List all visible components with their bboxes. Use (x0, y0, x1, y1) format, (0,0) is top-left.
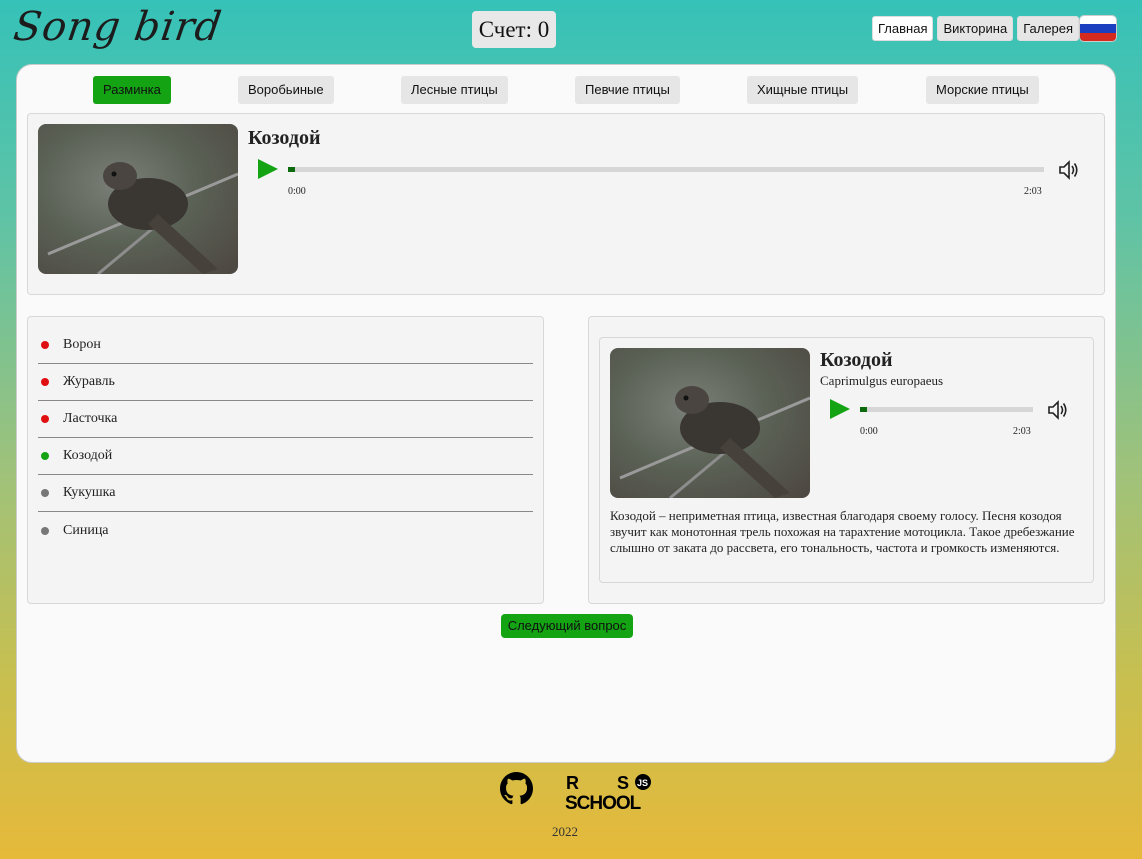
answer-label: Ласточка (63, 411, 118, 426)
svg-text:R: R (566, 773, 579, 793)
answer-label: Синица (63, 522, 109, 538)
answer-option[interactable]: Ворон (38, 327, 533, 364)
rs-school-logo[interactable]: R S JS SCHOOL (565, 772, 669, 814)
status-dot-icon (41, 526, 49, 535)
quiz-card: Разминка Воробьиные Лесные птицы Певчие … (16, 64, 1116, 763)
details-duration: 2:03 (1013, 426, 1031, 437)
svg-text:SCHOOL: SCHOOL (565, 793, 642, 812)
tab-songbirds[interactable]: Певчие птицы (575, 76, 680, 104)
svg-text:JS: JS (637, 778, 648, 788)
answer-list: Ворон Журавль Ласточка Козодой Кукушка С… (38, 327, 533, 549)
volume-icon[interactable] (1047, 399, 1071, 421)
status-dot-icon (41, 452, 49, 460)
details-panel: Козодой Caprimulgus europaeus 0:00 2:03 … (588, 316, 1105, 604)
volume-icon[interactable] (1058, 159, 1082, 181)
status-dot-icon (41, 378, 49, 386)
question-panel: Козодой 0:00 2:03 (27, 113, 1105, 295)
tab-passerines[interactable]: Воробьиные (238, 76, 334, 104)
details-latin-name: Caprimulgus europaeus (820, 373, 944, 388)
answer-option[interactable]: Козодой (38, 438, 533, 475)
rs-school-logo-icon: R S JS SCHOOL (565, 773, 651, 814)
app-logo[interactable]: Song bird (11, 4, 225, 50)
answer-label: Кукушка (63, 485, 116, 500)
answer-label: Журавль (63, 374, 115, 389)
bird-description: Козодой – неприметная птица, известная б… (610, 508, 1075, 555)
tab-forest-birds[interactable]: Лесные птицы (401, 76, 508, 104)
nav-home-button[interactable]: Главная (872, 16, 934, 41)
nav-gallery-button[interactable]: Галерея (1017, 16, 1080, 41)
answers-panel: Ворон Журавль Ласточка Козодой Кукушка С… (27, 316, 544, 604)
details-bird-name: Козодой (820, 349, 893, 371)
question-progress-bar[interactable] (288, 167, 1044, 172)
status-dot-icon (41, 341, 49, 349)
nightjar-photo-icon (47, 162, 238, 274)
answer-option[interactable]: Журавль (38, 364, 533, 401)
tab-warmup[interactable]: Разминка (93, 76, 171, 104)
footer-year: 2022 (552, 824, 578, 839)
next-question-button[interactable]: Следующий вопрос (501, 614, 633, 638)
nightjar-photo-icon (619, 386, 810, 498)
details-progress-bar[interactable] (860, 407, 1033, 412)
github-icon[interactable] (500, 772, 533, 805)
question-play-button[interactable] (258, 159, 278, 179)
status-dot-icon (41, 415, 49, 423)
question-current-time: 0:00 (288, 186, 306, 197)
language-flag-icon[interactable] (1079, 15, 1117, 42)
tab-seabirds[interactable]: Морские птицы (926, 76, 1039, 104)
details-play-button[interactable] (830, 399, 850, 419)
answer-label: Козодой (63, 448, 113, 463)
bird-details-card: Козодой Caprimulgus europaeus 0:00 2:03 … (599, 337, 1094, 583)
tab-birds-of-prey[interactable]: Хищные птицы (747, 76, 859, 104)
top-nav: Главная Викторина Галерея (872, 16, 1080, 41)
question-bird-name: Козодой (248, 127, 321, 149)
bird-photo (38, 124, 238, 274)
svg-text:S: S (617, 773, 629, 793)
score-display: Счет: 0 (472, 11, 556, 48)
category-tabs: Разминка Воробьиные Лесные птицы Певчие … (17, 76, 1115, 104)
details-current-time: 0:00 (860, 426, 878, 437)
answer-label: Ворон (63, 337, 101, 352)
status-dot-icon (41, 489, 49, 497)
answer-option[interactable]: Кукушка (38, 475, 533, 512)
answer-option[interactable]: Синица (38, 512, 533, 549)
answer-option[interactable]: Ласточка (38, 401, 533, 438)
question-duration: 2:03 (1024, 186, 1042, 197)
details-bird-photo (610, 348, 810, 498)
nav-quiz-button[interactable]: Викторина (937, 16, 1014, 41)
